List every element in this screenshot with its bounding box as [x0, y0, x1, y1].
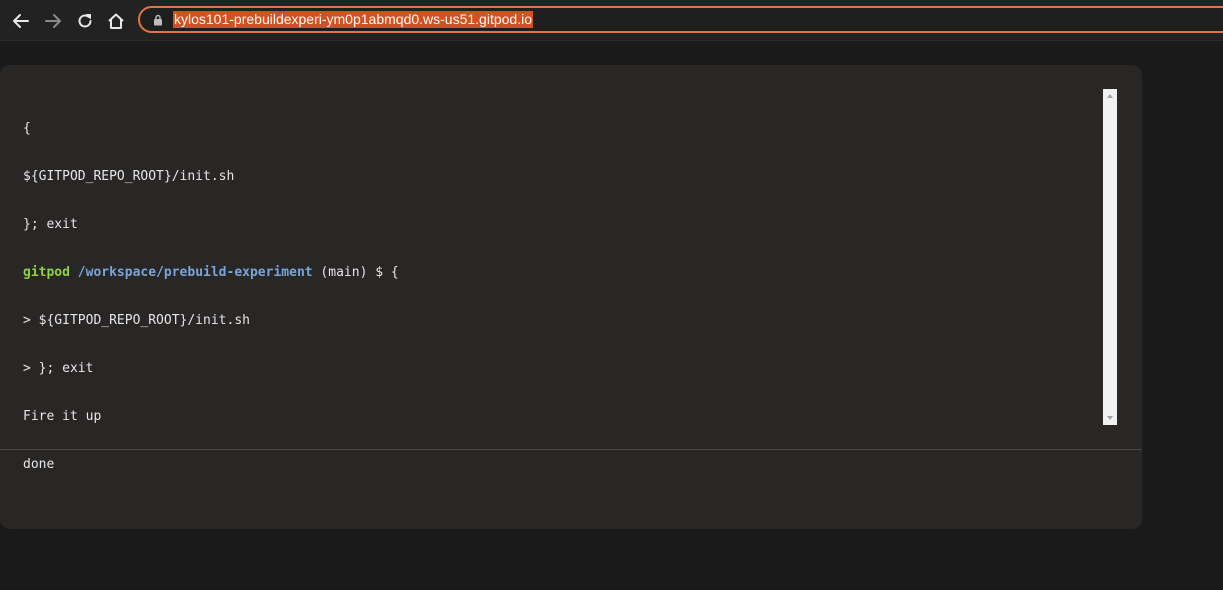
scroll-up-icon — [1107, 94, 1113, 98]
panel-divider — [0, 449, 1142, 450]
terminal-scrollbar[interactable] — [1103, 89, 1117, 425]
terminal-output[interactable]: { ${GITPOD_REPO_ROOT}/init.sh }; exit gi… — [23, 89, 1093, 505]
url-text[interactable]: kylos101-prebuildexperi-ym0p1abmqd0.ws-u… — [173, 11, 533, 28]
prompt-command: (main) $ { — [312, 265, 399, 280]
reload-icon — [78, 14, 92, 28]
terminal-line: }; exit — [23, 217, 78, 232]
terminal-line: { — [23, 121, 31, 136]
lock-icon — [154, 14, 162, 26]
reload-button[interactable] — [72, 8, 98, 34]
address-bar[interactable]: kylos101-prebuildexperi-ym0p1abmqd0.ws-u… — [138, 6, 1223, 33]
terminal-line: > }; exit — [23, 361, 94, 376]
scroll-down-button[interactable] — [1103, 412, 1117, 424]
home-icon — [108, 13, 124, 29]
terminal-prompt-line: gitpod /workspace/prebuild-experiment (m… — [23, 265, 1093, 281]
prompt-path: /workspace/prebuild-experiment — [77, 265, 313, 280]
scroll-down-icon — [1107, 416, 1113, 420]
terminal-line: ${GITPOD_REPO_ROOT}/init.sh — [23, 169, 235, 184]
home-button[interactable] — [103, 8, 129, 34]
terminal-line: done — [23, 457, 55, 472]
forward-button[interactable] — [40, 8, 66, 34]
terminal-line: > ${GITPOD_REPO_ROOT}/init.sh — [23, 313, 250, 328]
scroll-up-button[interactable] — [1103, 90, 1117, 102]
terminal-line: Fire it up — [23, 409, 102, 424]
terminal-panel: { ${GITPOD_REPO_ROOT}/init.sh }; exit gi… — [0, 65, 1142, 529]
browser-toolbar: kylos101-prebuildexperi-ym0p1abmqd0.ws-u… — [0, 0, 1223, 41]
arrow-right-icon — [45, 14, 61, 28]
prompt-user: gitpod — [23, 265, 70, 280]
arrow-left-icon — [13, 14, 29, 28]
back-button[interactable] — [8, 8, 34, 34]
